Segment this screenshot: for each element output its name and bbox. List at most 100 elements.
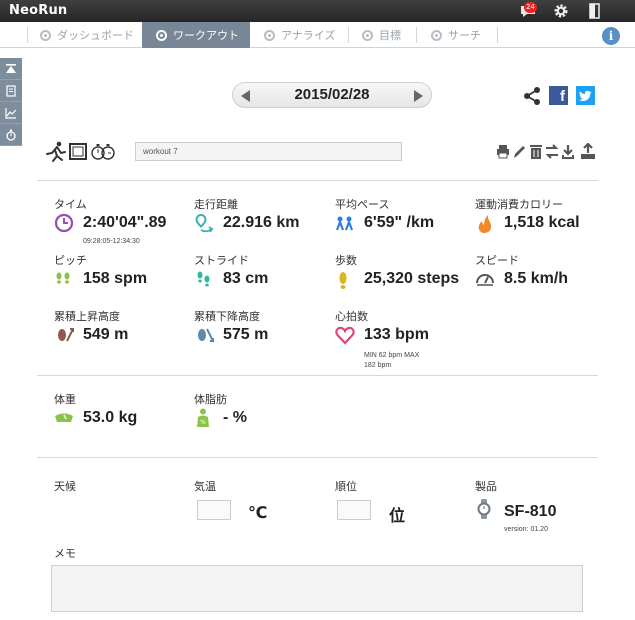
metric-weight: 体重 53.0 kg bbox=[54, 391, 137, 426]
lap-watch-icon[interactable] bbox=[91, 144, 115, 160]
metric-value: 158 spm bbox=[83, 270, 148, 287]
delete-icon[interactable] bbox=[530, 145, 542, 159]
route-pin-icon bbox=[195, 213, 214, 233]
tab-label: アナライズ bbox=[281, 29, 336, 42]
metric-value: 22.916 km bbox=[223, 214, 300, 231]
app-logo: NeoRun bbox=[9, 3, 68, 18]
treadmill-screen-icon[interactable] bbox=[69, 143, 87, 160]
metric-label: 累積下降高度 bbox=[194, 310, 260, 323]
activity-type-group bbox=[45, 141, 117, 167]
tab-analyze[interactable]: アナライズ bbox=[251, 22, 348, 48]
tab-label: サーチ bbox=[448, 29, 481, 42]
metric-label: ピッチ bbox=[54, 254, 87, 267]
logout-door-icon[interactable] bbox=[586, 2, 604, 20]
metric-value: 53.0 kg bbox=[83, 409, 138, 426]
metric-value: 83 cm bbox=[223, 270, 269, 287]
metric-label: 心拍数 bbox=[335, 310, 368, 323]
top-bar: NeoRun 24 bbox=[0, 0, 635, 22]
metric-pace: 平均ペース 6'59" /km bbox=[335, 196, 434, 231]
metric-value: 2:40'04".89 bbox=[83, 214, 167, 231]
metric-label: タイム bbox=[54, 198, 87, 211]
metric-heart-rate: 心拍数 133 bpm MIN 62 bpm MAX 182 bpm bbox=[335, 308, 429, 369]
running-icon[interactable] bbox=[46, 141, 66, 162]
metric-label: 天候 bbox=[54, 480, 76, 493]
gear-icon[interactable] bbox=[552, 2, 570, 20]
metric-speed: スピード 8.5 km/h bbox=[475, 252, 568, 287]
facebook-share-button[interactable]: f bbox=[549, 86, 568, 105]
memo-button[interactable] bbox=[0, 80, 22, 102]
tab-label: ワークアウト bbox=[173, 29, 239, 42]
scroll-top-button[interactable] bbox=[0, 58, 22, 80]
tab-bar: ダッシュボード ワークアウト アナライズ 目標 サーチ bbox=[0, 22, 635, 48]
chart-button[interactable] bbox=[0, 102, 22, 124]
metric-label: ストライド bbox=[194, 254, 249, 267]
tab-dashboard[interactable]: ダッシュボード bbox=[28, 22, 142, 48]
upload-icon[interactable] bbox=[581, 142, 595, 159]
metric-calories: 運動消費カロリー 1,518 kcal bbox=[475, 196, 580, 233]
info-button[interactable]: i bbox=[602, 27, 620, 45]
side-toolbar bbox=[0, 58, 22, 146]
tab-goal[interactable]: 目標 bbox=[349, 22, 416, 48]
temperature-unit: ℃ bbox=[248, 503, 268, 522]
metric-value: 575 m bbox=[223, 326, 269, 343]
share-icon[interactable] bbox=[522, 86, 542, 106]
workout-name-field[interactable]: workout 7 bbox=[135, 142, 402, 161]
clock-icon bbox=[54, 213, 74, 233]
metric-label: 製品 bbox=[475, 480, 497, 493]
metric-label: 気温 bbox=[194, 480, 216, 493]
next-date-arrow-icon[interactable] bbox=[414, 90, 423, 102]
metric-label: 累積上昇高度 bbox=[54, 310, 120, 323]
memo-textarea[interactable] bbox=[51, 565, 583, 612]
tab-label: ダッシュボード bbox=[57, 29, 134, 42]
product-version: version: 01.20 bbox=[504, 526, 548, 533]
tab-workout[interactable]: ワークアウト bbox=[142, 22, 250, 48]
workout-date: 2015/02/28 bbox=[294, 86, 370, 103]
edit-icon[interactable] bbox=[514, 146, 525, 158]
transfer-icon[interactable] bbox=[545, 144, 559, 159]
metric-label: スピード bbox=[475, 254, 519, 267]
rank-input[interactable] bbox=[337, 500, 371, 520]
metric-value: 6'59" /km bbox=[364, 214, 435, 231]
metric-body-fat: 体脂肪 % - % bbox=[194, 391, 247, 427]
metric-value: 133 bpm bbox=[364, 326, 429, 343]
scale-icon bbox=[55, 413, 73, 422]
notification-badge: 24 bbox=[524, 2, 537, 13]
tab-divider bbox=[497, 27, 498, 43]
section-divider bbox=[37, 375, 598, 376]
metric-value: - % bbox=[223, 409, 247, 426]
rank-unit: 位 bbox=[389, 506, 406, 525]
metric-label: 運動消費カロリー bbox=[475, 198, 563, 211]
chart-icon bbox=[5, 107, 17, 119]
memo-label: メモ bbox=[54, 547, 76, 560]
download-icon[interactable] bbox=[562, 145, 574, 159]
metric-label: 体重 bbox=[54, 393, 76, 406]
print-icon[interactable] bbox=[497, 145, 509, 159]
metric-value: 25,320 steps bbox=[364, 270, 460, 287]
metric-value: 549 m bbox=[83, 326, 129, 343]
metric-label: 歩数 bbox=[335, 254, 357, 267]
tab-dot-icon bbox=[40, 29, 51, 41]
section-divider bbox=[37, 457, 598, 458]
twitter-share-button[interactable] bbox=[576, 86, 595, 105]
watch-icon bbox=[477, 499, 491, 519]
temperature-input[interactable] bbox=[197, 500, 231, 520]
action-toolbar bbox=[496, 142, 600, 165]
speedometer-icon bbox=[476, 274, 494, 286]
heart-rate-min-max: MIN 62 bpm MAX bbox=[364, 352, 420, 359]
tab-dot-icon bbox=[431, 29, 442, 41]
metric-ascent: 累積上昇高度 549 m bbox=[54, 308, 128, 343]
stopwatch-button[interactable] bbox=[0, 124, 22, 146]
memo-icon bbox=[6, 84, 16, 97]
metric-label: 順位 bbox=[335, 480, 357, 493]
tab-search[interactable]: サーチ bbox=[417, 22, 497, 48]
tab-dot-icon bbox=[362, 29, 373, 41]
metric-descent: 累積下降高度 575 m bbox=[194, 308, 268, 343]
metric-pitch: ピッチ 158 spm bbox=[54, 252, 147, 287]
facebook-icon: f bbox=[560, 88, 565, 105]
metric-label: 体脂肪 bbox=[194, 393, 227, 406]
stopwatch-icon bbox=[6, 129, 16, 141]
twitter-icon bbox=[579, 90, 592, 102]
action-icons bbox=[497, 142, 595, 159]
descent-icon bbox=[198, 328, 214, 342]
ascent-icon bbox=[58, 328, 74, 342]
